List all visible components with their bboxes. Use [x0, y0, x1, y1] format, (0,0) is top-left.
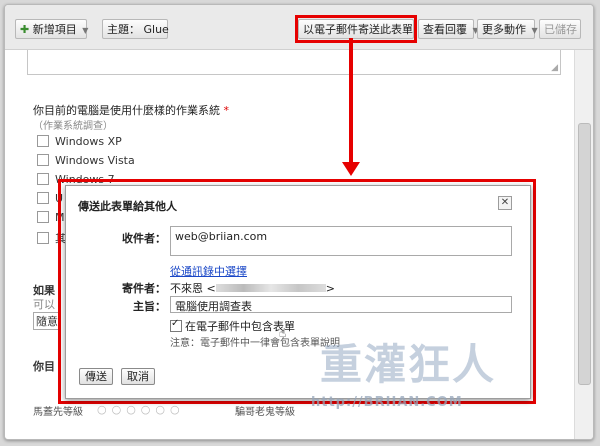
view-responses-label: 查看回覆	[423, 23, 467, 36]
send-button[interactable]: 傳送	[79, 368, 113, 385]
dialog-title: 傳送此表單給其他人	[78, 200, 177, 213]
from-label: 寄件者：	[122, 282, 166, 295]
scrollbar[interactable]	[574, 50, 593, 439]
plus-icon: ✚	[20, 23, 30, 36]
scale-radios[interactable]: ○○○○○○	[97, 403, 185, 416]
subject-field[interactable]: 電腦使用調查表	[170, 296, 512, 313]
recipients-value: web@briian.com	[175, 230, 268, 243]
checkbox-icon	[37, 135, 49, 147]
question-fragment: 可以	[33, 298, 55, 311]
more-actions-label: 更多動作	[482, 23, 526, 36]
watermark-logo: 重灌狂人	[320, 340, 497, 389]
scale-left-label: 馬蓋先等級	[33, 407, 83, 418]
theme-button[interactable]: 主題： Glue	[102, 19, 169, 39]
subject-label: 主旨：	[133, 300, 166, 313]
dialog-note: 注意：電子郵件中一律會包含表單說明	[170, 338, 340, 349]
option-label: Windows Vista	[55, 154, 135, 167]
saved-label: 已儲存	[544, 23, 577, 36]
highlight-box	[295, 15, 417, 43]
question-fragment[interactable]: 隨意	[33, 312, 61, 330]
question-fragment: 你目	[33, 360, 55, 373]
close-icon[interactable]: ✕	[498, 196, 512, 210]
to-label: 收件者：	[122, 232, 166, 245]
required-mark: *	[223, 104, 230, 117]
from-value: 不來恩 < >	[170, 280, 335, 296]
checkbox-checked-icon	[170, 318, 182, 332]
scale-right-label: 騙哥老鬼等級	[235, 407, 295, 418]
option-checkbox[interactable]: Windows Vista	[37, 154, 135, 167]
saved-button[interactable]: 已儲存	[539, 19, 581, 39]
description-textarea[interactable]: ◢	[27, 50, 561, 75]
checkbox-icon	[37, 192, 49, 204]
more-actions-button[interactable]: 更多動作 ▼	[477, 19, 538, 39]
recipients-field[interactable]: web@briian.com	[170, 226, 512, 256]
toolbar: ✚ 新增項目 ▼ 主題： Glue 以電子郵件寄送此表單 查看回覆 ▼ 更多動作…	[5, 5, 593, 50]
view-responses-button[interactable]: 查看回覆 ▼	[418, 19, 479, 39]
chevron-down-icon: ▼	[82, 26, 89, 35]
from-name: 不來恩 <	[170, 282, 216, 295]
watermark-url: http://BRIIAN.COM	[311, 395, 463, 410]
arrow-line	[349, 38, 353, 163]
subject-value: 電腦使用調查表	[175, 300, 252, 313]
question-help: （作業系統調查）	[33, 121, 113, 132]
option-checkbox[interactable]: Windows XP	[37, 135, 122, 148]
theme-label: 主題：	[107, 23, 140, 36]
redacted-email	[215, 284, 326, 292]
chevron-down-icon: ▼	[531, 26, 538, 35]
arrow-down-icon	[342, 162, 360, 176]
add-item-button[interactable]: ✚ 新增項目 ▼	[15, 19, 89, 39]
add-item-label: 新增項目	[32, 23, 77, 36]
option-label: Windows XP	[55, 135, 122, 148]
checkbox-icon	[37, 211, 49, 223]
question-title: 你目前的電腦是使用什麼樣的作業系統 *	[33, 102, 229, 118]
scrollbar-thumb[interactable]	[578, 123, 591, 385]
checkbox-icon	[37, 232, 49, 244]
theme-value: Glue	[143, 23, 169, 36]
from-suffix: >	[325, 282, 335, 295]
cancel-button[interactable]: 取消	[121, 368, 155, 385]
checkbox-icon	[37, 154, 49, 166]
contacts-link[interactable]: 從通訊錄中選擇	[170, 263, 247, 279]
checkbox-icon	[37, 173, 49, 185]
resize-handle-icon[interactable]: ◢	[551, 63, 558, 73]
include-form-checkbox[interactable]: 在電子郵件中包含表單	[170, 318, 295, 334]
question-title-text: 你目前的電腦是使用什麼樣的作業系統	[33, 104, 220, 117]
